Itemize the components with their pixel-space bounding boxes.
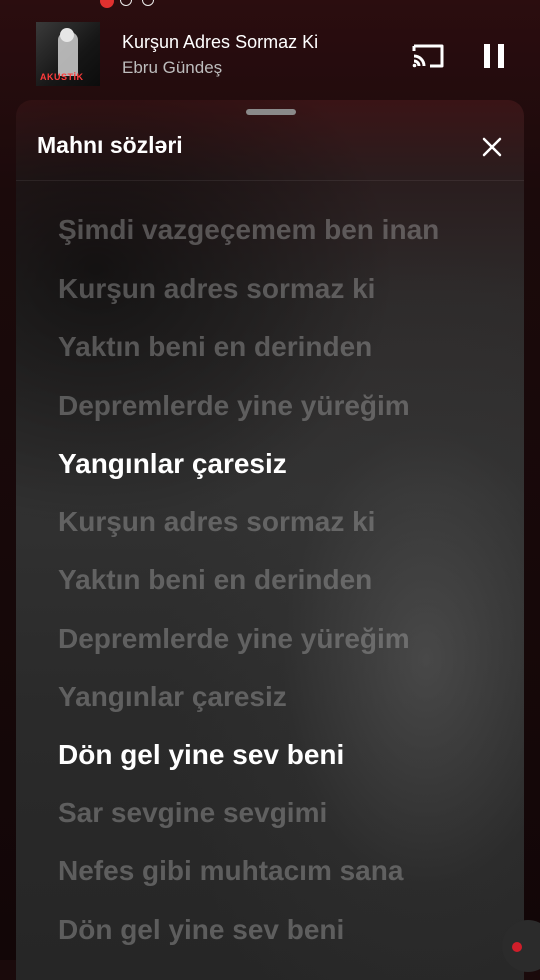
lyric-line[interactable]: Depremlerde yine yüreğim <box>58 623 410 655</box>
pause-button[interactable] <box>476 38 512 74</box>
lyric-line[interactable]: Depremlerde yine yüreğim <box>58 390 410 422</box>
track-title[interactable]: Kurşun Adres Sormaz Ki <box>122 32 318 53</box>
lyric-line[interactable]: Nefes gibi muhtacım sana <box>58 855 403 887</box>
track-artist[interactable]: Ebru Gündeş <box>122 58 222 78</box>
record-dot-icon <box>512 942 522 952</box>
lyrics-sheet[interactable]: Mahnı sözləri Şimdi vazgeçemem ben inan … <box>16 100 524 980</box>
cast-button[interactable] <box>408 38 448 74</box>
lyric-line[interactable]: Yangınlar çaresiz <box>58 448 287 480</box>
lyric-line[interactable]: Yangınlar çaresiz <box>58 681 287 713</box>
notification-icon <box>120 0 132 6</box>
lyric-line[interactable]: Yaktın beni en derinden <box>58 331 372 363</box>
lyric-line[interactable]: Dön gel yine sev beni <box>58 739 344 771</box>
pause-icon <box>484 44 504 68</box>
lyric-line[interactable]: Kurşun adres sormaz ki <box>58 506 375 538</box>
lyrics-list[interactable]: Şimdi vazgeçemem ben inan Kurşun adres s… <box>16 100 524 980</box>
lyric-line[interactable]: Dön gel yine sev beni <box>58 914 344 946</box>
notification-icon <box>142 0 154 6</box>
cover-figure-head <box>60 28 74 42</box>
recording-icon <box>100 0 114 8</box>
cover-label: AKUSTİK <box>40 72 84 82</box>
lyric-line[interactable]: Kurşun adres sormaz ki <box>58 273 375 305</box>
sheet-drag-handle[interactable] <box>246 109 296 115</box>
lyric-line[interactable]: Yaktın beni en derinden <box>58 564 372 596</box>
album-cover[interactable]: AKUSTİK <box>36 22 100 86</box>
lyric-line[interactable]: Sar sevgine sevgimi <box>58 797 327 829</box>
mini-player[interactable]: AKUSTİK Kurşun Adres Sormaz Ki Ebru Günd… <box>0 14 540 94</box>
cast-icon <box>412 44 444 68</box>
status-bar <box>0 0 540 10</box>
lyric-line[interactable]: Şimdi vazgeçemem ben inan <box>58 214 439 246</box>
